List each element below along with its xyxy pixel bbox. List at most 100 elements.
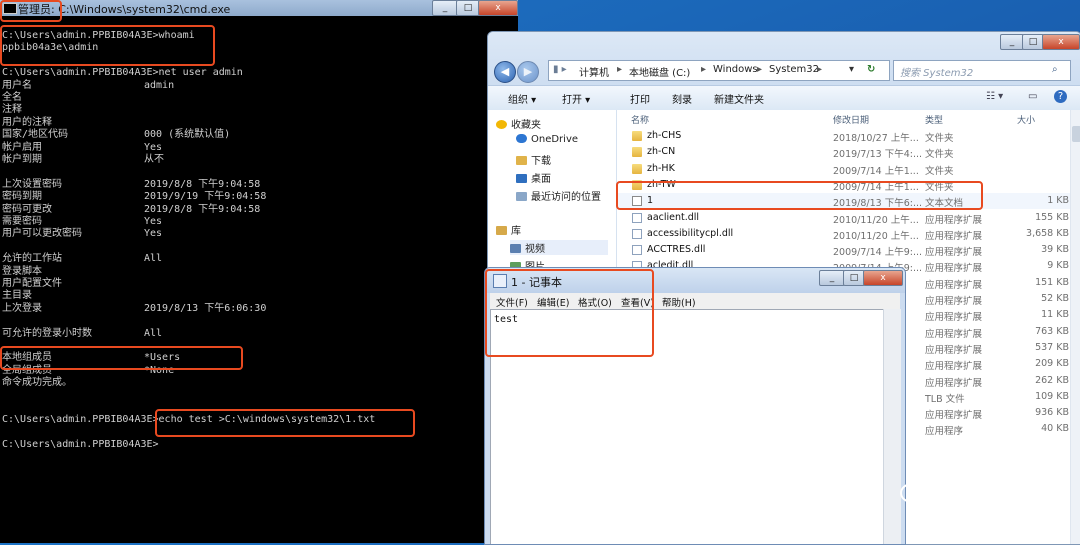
file-size: 151 KB — [1035, 276, 1069, 288]
nav-item-videos[interactable]: 视频 — [510, 240, 608, 255]
file-type: 应用程序扩展 — [925, 410, 983, 422]
console-label: 需要密码 — [2, 216, 42, 227]
desktop-icon — [516, 174, 527, 183]
console-line: 帐户启用 Yes — [2, 142, 162, 155]
file-size: 262 KB — [1035, 374, 1069, 386]
nav-item-desktop[interactable]: 桌面 — [516, 170, 551, 185]
back-icon[interactable]: ◀ — [494, 61, 516, 83]
column-name[interactable]: 名称 — [631, 113, 649, 126]
file-size: 3,658 KB — [1026, 227, 1069, 239]
nav-item-onedrive[interactable]: OneDrive — [516, 134, 578, 145]
nav-item-recent[interactable]: 最近访问的位置 — [516, 188, 601, 203]
cmd-window[interactable]: 管理员: C:\Windows\system32\cmd.exe _ □ x C… — [0, 0, 518, 543]
search-input[interactable]: 搜索 System32 ⌕ — [893, 60, 1071, 81]
file-row[interactable]: zh-CN 2019/7/13 下午4:... 文件夹 — [617, 144, 1080, 160]
notepad-maximize-button[interactable]: □ — [843, 270, 865, 286]
menu-help[interactable]: 帮助(H) — [662, 295, 696, 309]
file-type: 文件夹 — [925, 165, 954, 177]
breadcrumb-sep-icon: ▸ — [817, 64, 823, 75]
explorer-close-button[interactable]: x — [1042, 34, 1080, 50]
cmd-title-bar[interactable]: 管理员: C:\Windows\system32\cmd.exe _ □ x — [0, 0, 518, 16]
explorer-maximize-button[interactable]: □ — [1022, 34, 1044, 50]
console-value: Yes — [144, 141, 163, 153]
file-row[interactable]: zh-HK 2009/7/14 上午1... 文件夹 — [617, 161, 1080, 177]
folder-icon — [632, 131, 642, 141]
breadcrumb-sep-icon: ▸ — [701, 64, 707, 75]
console-label: 全名 — [2, 92, 22, 103]
console-label: 国家/地区代码 — [2, 129, 69, 141]
console-label: 帐户到期 — [2, 154, 42, 165]
console-value: 2019/8/8 下午9:04:58 — [144, 203, 261, 215]
file-size: 52 KB — [1041, 293, 1069, 304]
recent-places-icon — [516, 192, 527, 201]
file-date: 2010/11/20 上午... — [833, 230, 919, 242]
refresh-icon[interactable]: ↻ — [867, 64, 875, 75]
file-name: ACCTRES.dll — [647, 244, 706, 256]
view-options-icon[interactable]: ☷ ▾ — [986, 91, 1003, 102]
highlight-whoami — [0, 25, 215, 66]
file-type: 应用程序扩展 — [925, 279, 983, 291]
library-icon — [496, 226, 507, 235]
file-row[interactable]: accessibilitycpl.dll 2010/11/20 上午... 应用程序… — [617, 226, 1080, 242]
folder-icon: ▮ ▸ — [553, 64, 567, 75]
file-type: 文件夹 — [925, 149, 954, 161]
minimize-button[interactable]: _ — [432, 0, 458, 16]
vertical-scrollbar[interactable] — [1070, 110, 1080, 544]
search-icon: ⌕ — [1052, 64, 1058, 75]
breadcrumb-drive[interactable]: 本地磁盘 (C:) — [629, 64, 690, 79]
file-row[interactable]: ACCTRES.dll 2009/7/14 上午9:... 应用程序扩展 39 KB — [617, 242, 1080, 258]
file-name: zh-HK — [647, 162, 675, 174]
column-date[interactable]: 修改日期 — [833, 113, 869, 126]
open-button[interactable]: 打开 ▾ — [562, 91, 590, 106]
file-date: 2009/7/14 上午9:... — [833, 247, 923, 259]
close-button[interactable]: x — [478, 0, 518, 16]
forward-icon[interactable]: ▶ — [517, 61, 539, 83]
file-size: 11 KB — [1041, 309, 1069, 321]
command-bar: 组织 ▾ 打开 ▾ 打印 刻录 新建文件夹 ☷ ▾ ▭ ? — [488, 85, 1080, 111]
file-size: 9 KB — [1047, 260, 1069, 272]
notepad-close-button[interactable]: x — [863, 270, 903, 286]
nav-favorites[interactable]: 收藏夹 — [496, 116, 541, 131]
scroll-thumb[interactable] — [1072, 126, 1080, 142]
file-date: 2009/7/14 上午1... — [833, 165, 919, 177]
file-date: 2019/7/13 下午4:... — [833, 149, 923, 161]
console-value: 2019/9/19 下午9:04:58 — [144, 191, 267, 203]
file-size: 763 KB — [1035, 325, 1069, 337]
notepad-minimize-button[interactable]: _ — [819, 270, 845, 286]
nav-item-downloads[interactable]: 下载 — [516, 152, 551, 167]
help-icon[interactable]: ? — [1054, 90, 1067, 103]
new-folder-button[interactable]: 新建文件夹 — [714, 91, 764, 106]
console-label: 用户的注释 — [2, 116, 52, 128]
console-label: 用户可以更改密码 — [2, 228, 82, 240]
console-label: 注释 — [2, 104, 22, 116]
notepad-scrollbar[interactable] — [883, 309, 901, 544]
breadcrumb-computer[interactable]: 计算机 — [579, 64, 609, 79]
column-type[interactable]: 类型 — [925, 113, 943, 126]
history-dropdown-icon[interactable]: ▾ — [849, 64, 854, 75]
folder-icon — [632, 147, 642, 158]
explorer-minimize-button[interactable]: _ — [1000, 34, 1024, 50]
breadcrumb-windows[interactable]: Windows — [713, 64, 758, 75]
column-size[interactable]: 大小 — [1017, 113, 1035, 126]
console-line: 上次登录 2019/8/13 下午6:06:30 — [2, 303, 266, 316]
console-label: 主目录 — [2, 290, 32, 302]
burn-button[interactable]: 刻录 — [672, 91, 692, 106]
preview-pane-icon[interactable]: ▭ — [1028, 91, 1037, 102]
breadcrumb-system32[interactable]: System32 — [769, 64, 819, 75]
file-row[interactable]: aaclient.dll 2010/11/20 上午... 应用程序扩展 155 KB — [617, 210, 1080, 226]
address-bar[interactable]: ▮ ▸ 计算机 ▸ 本地磁盘 (C:) ▸ Windows ▸ System32… — [548, 60, 890, 81]
organize-button[interactable]: 组织 ▾ — [508, 91, 536, 106]
file-type: 应用程序扩展 — [925, 377, 983, 389]
console-value: 从不 — [144, 154, 164, 165]
file-row[interactable]: zh-CHS 2018/10/27 上午... 文件夹 — [617, 128, 1080, 144]
maximize-button[interactable]: □ — [456, 0, 480, 16]
file-size: 209 KB — [1035, 358, 1069, 370]
nav-library[interactable]: 库 — [496, 222, 521, 237]
console-label: 密码可更改 — [2, 203, 52, 215]
file-size: 155 KB — [1035, 211, 1069, 223]
highlight-admin-title — [0, 0, 62, 22]
print-button[interactable]: 打印 — [630, 91, 650, 106]
watermark-text: 乌云安全 — [938, 486, 1035, 511]
file-type: 文件夹 — [925, 133, 954, 144]
console-value: 2019/8/8 下午9:04:58 — [144, 178, 261, 190]
